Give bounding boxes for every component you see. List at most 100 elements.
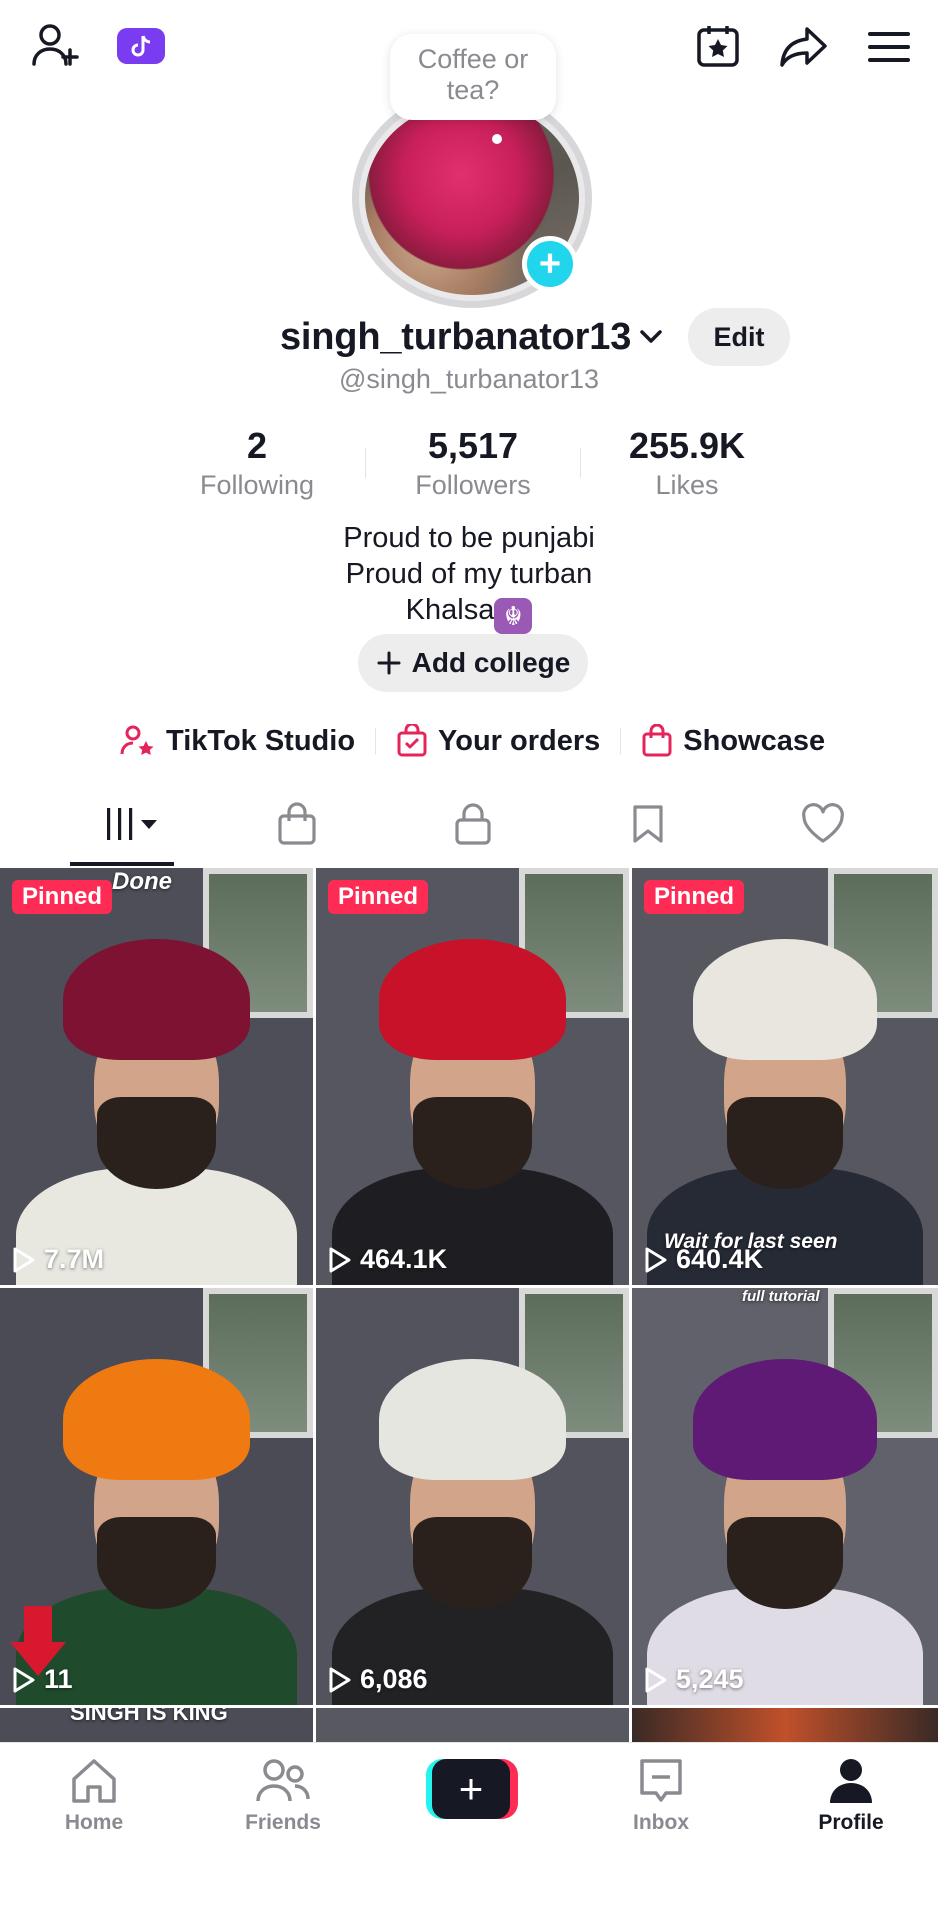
turban: [378, 1358, 567, 1480]
view-count: 7.7M: [12, 1244, 104, 1275]
beard: [413, 1517, 532, 1610]
play-icon: [645, 1247, 667, 1272]
beard: [97, 1097, 216, 1190]
nav-home-label: Home: [64, 1811, 124, 1834]
stat-following[interactable]: 2 Following: [157, 424, 357, 502]
view-count: 640.4K: [644, 1244, 763, 1275]
your-orders-label: Your orders: [438, 724, 601, 757]
bookmark-icon: [633, 805, 663, 843]
pinned-badge: Pinned: [12, 880, 113, 914]
shortcut-divider: [620, 728, 622, 754]
calendar-star-icon[interactable]: [690, 18, 746, 74]
active-tab-indicator: [70, 862, 174, 866]
tab-shop[interactable]: [247, 792, 347, 856]
order-bag-icon: [397, 724, 427, 757]
menu-icon[interactable]: [864, 22, 914, 72]
bio-line: Proud of my turban: [345, 558, 593, 590]
tab-liked[interactable]: [773, 792, 873, 856]
video-tile[interactable]: Pinned Wait for last seen 640.4K: [632, 868, 938, 1285]
note-bubble[interactable]: Coffee or tea?: [390, 34, 556, 120]
followers-count: 5,517: [427, 425, 519, 466]
nav-profile-label: Profile: [818, 1811, 884, 1834]
add-college-button[interactable]: Add college: [358, 634, 588, 692]
shop-bag-icon: [278, 802, 316, 845]
video-overlay-text: SINGH IS KING: [70, 1708, 228, 1725]
turban: [62, 1358, 251, 1480]
profile-icon: [830, 1759, 872, 1803]
tab-private[interactable]: [423, 792, 523, 856]
stat-divider: [580, 448, 581, 478]
tab-videos[interactable]: [72, 792, 172, 856]
showcase-label: Showcase: [683, 724, 826, 757]
likes-label: Likes: [655, 470, 719, 500]
stat-likes[interactable]: 255.9K Likes: [587, 424, 787, 502]
bottom-nav: Home Friends + Inbox Profile: [0, 1742, 938, 1918]
create-button[interactable]: +: [426, 1759, 518, 1819]
create-icon: +: [432, 1759, 510, 1819]
video-tile[interactable]: Pinned 464.1K: [316, 868, 629, 1285]
nav-profile[interactable]: Profile: [776, 1757, 926, 1835]
shortcut-divider: [375, 728, 377, 754]
add-friend-icon[interactable]: [28, 18, 84, 74]
bio-line: Proud to be punjabi: [343, 522, 595, 554]
shortcuts-row: TikTok Studio Your orders Showcase: [120, 716, 825, 766]
tiktok-app-icon[interactable]: [116, 26, 166, 66]
pinned-badge: Pinned: [644, 880, 745, 914]
your-orders-link[interactable]: Your orders: [396, 724, 600, 758]
following-count: 2: [246, 425, 268, 466]
lock-icon: [455, 803, 491, 845]
user-handle: @singh_turbanator13: [338, 364, 600, 394]
bio[interactable]: Proud to be punjabi Proud of my turban K…: [0, 520, 938, 634]
play-icon: [13, 1667, 35, 1692]
edit-profile-button[interactable]: Edit: [688, 308, 790, 366]
share-icon[interactable]: [776, 18, 832, 74]
nav-friends[interactable]: Friends: [208, 1757, 358, 1835]
nav-inbox-label: Inbox: [633, 1811, 689, 1834]
chevron-down-icon: [640, 330, 662, 343]
beard: [726, 1517, 844, 1610]
bubble-dot: [492, 134, 502, 144]
heart-icon: [802, 803, 844, 843]
view-count: 6,086: [328, 1664, 428, 1695]
nav-inbox[interactable]: Inbox: [586, 1757, 736, 1835]
beard: [413, 1097, 532, 1190]
khanda-emoji: ☬: [494, 598, 533, 634]
friends-icon: [256, 1759, 310, 1802]
view-count-value: 5,245: [676, 1664, 744, 1694]
video-tile[interactable]: 11: [0, 1288, 313, 1705]
tab-saved[interactable]: [598, 792, 698, 856]
plus-icon: [377, 651, 401, 675]
video-tile[interactable]: Pinned Done 7.7M: [0, 868, 313, 1285]
username: singh_turbanator13: [280, 315, 632, 358]
home-icon: [72, 1759, 116, 1803]
play-icon: [13, 1247, 35, 1272]
turban: [693, 1358, 877, 1480]
stat-followers[interactable]: 5,517 Followers: [373, 424, 573, 502]
showcase-link[interactable]: Showcase: [641, 724, 825, 758]
nav-friends-label: Friends: [245, 1811, 321, 1834]
bio-line: Khalsa: [405, 594, 495, 626]
play-icon: [645, 1667, 667, 1692]
video-tile[interactable]: 6,086: [316, 1288, 629, 1705]
play-icon: [329, 1667, 351, 1692]
turban: [693, 938, 877, 1060]
view-count-value: 7.7M: [44, 1244, 105, 1274]
stat-divider: [365, 448, 366, 478]
view-count-value: 640.4K: [676, 1244, 764, 1274]
followers-label: Followers: [415, 470, 531, 500]
person-star-icon: [120, 725, 154, 755]
username-switcher[interactable]: singh_turbanator13: [280, 312, 665, 362]
videos-grid-icon: [107, 808, 157, 840]
tiktok-studio-link[interactable]: TikTok Studio: [120, 724, 355, 758]
turban: [378, 938, 567, 1060]
beard: [97, 1517, 216, 1610]
add-avatar-button[interactable]: +: [522, 236, 578, 292]
inbox-icon: [640, 1759, 682, 1802]
video-overlay-text: full tutorial: [742, 1288, 820, 1305]
video-tile[interactable]: full tutorial 5,245: [632, 1288, 938, 1705]
nav-home[interactable]: Home: [19, 1757, 169, 1835]
view-count: 5,245: [644, 1664, 744, 1695]
likes-count: 255.9K: [628, 425, 746, 466]
turban: [62, 938, 251, 1060]
pinned-badge: Pinned: [328, 880, 429, 914]
